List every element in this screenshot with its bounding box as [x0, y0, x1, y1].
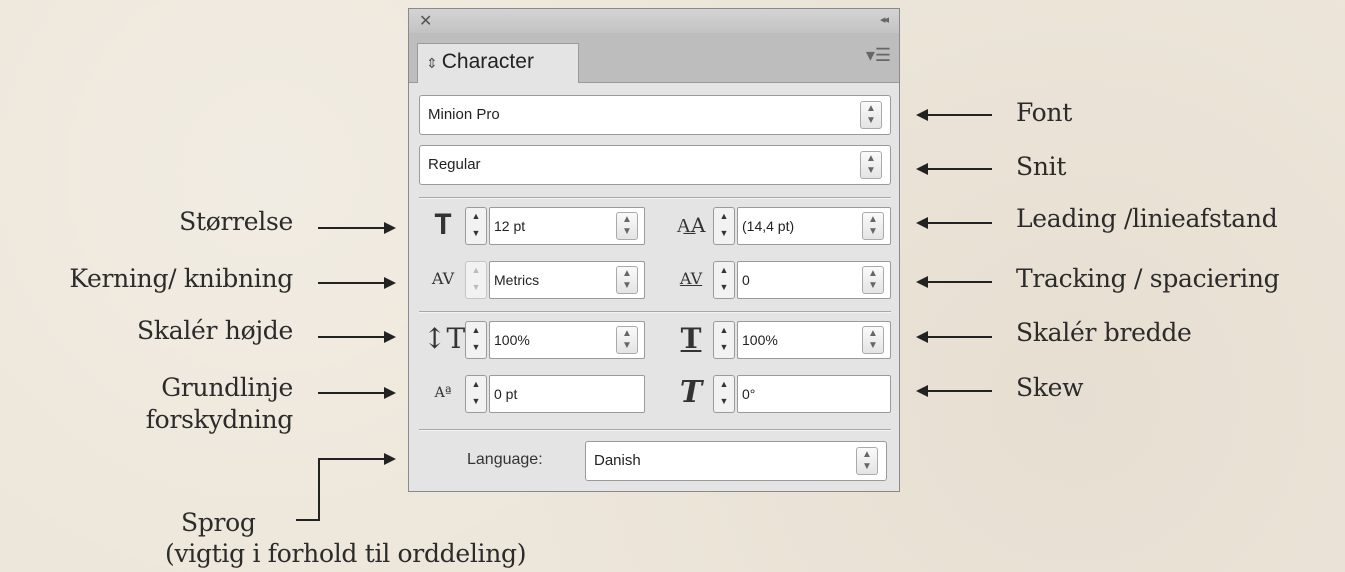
character-panel: ✕ ◂◂ ⇕ Character ▾☰ Minion Pro ▲ ▼ Regular… — [408, 8, 900, 492]
kerning-stepper[interactable]: ▲ ▼ — [465, 261, 487, 299]
leading-icon: A͟A — [676, 213, 706, 237]
panel-tabbar: ⇕ Character ▾☰ — [409, 33, 899, 83]
kerning-dropdown-icon[interactable]: ▲ ▼ — [616, 266, 638, 294]
language-select[interactable]: Danish ▲ ▼ — [585, 441, 887, 481]
tracking-icon: AV — [679, 269, 703, 288]
language-label: Language: — [467, 451, 543, 468]
vertical-scale-dropdown-icon[interactable]: ▲ ▼ — [616, 326, 638, 354]
arrow-language-stem — [318, 458, 320, 521]
collapse-icon[interactable]: ◂◂ — [880, 13, 889, 26]
arrow-size — [318, 222, 396, 234]
horizontal-scale-stepper[interactable]: ▲ ▼ — [713, 321, 735, 359]
baseline-shift-value: 0 pt — [494, 386, 518, 402]
arrow-style — [916, 163, 992, 175]
baseline-shift-stepper[interactable]: ▲ ▼ — [465, 375, 487, 413]
panel-menu-icon[interactable]: ▾☰ — [866, 45, 891, 66]
annotation-horizontal-scale: Skalér bredde — [1016, 318, 1192, 347]
skew-input[interactable]: 0° — [737, 375, 891, 413]
tracking-stepper[interactable]: ▲ ▼ — [713, 261, 735, 299]
close-icon[interactable]: ✕ — [419, 11, 432, 31]
font-family-value: Minion Pro — [428, 106, 500, 123]
font-size-value: 12 pt — [494, 218, 526, 234]
annotation-language-line2: (vigtig i forhold til orddeling) — [165, 539, 527, 568]
tracking-input[interactable]: 0 ▲ ▼ — [737, 261, 891, 299]
kerning-input[interactable]: Metrics ▲ ▼ — [489, 261, 645, 299]
skew-value: 0° — [742, 386, 756, 402]
arrow-vertical-scale — [318, 331, 396, 343]
annotation-leading: Leading /linieafstand — [1016, 204, 1278, 233]
annotation-tracking: Tracking / spaciering — [1016, 264, 1280, 293]
font-size-icon: 𝐓 — [433, 208, 453, 241]
font-style-select[interactable]: Regular ▲ ▼ — [419, 145, 891, 185]
kerning-icon: AV — [431, 269, 455, 288]
font-style-value: Regular — [428, 156, 481, 173]
divider — [419, 429, 891, 430]
divider — [419, 311, 891, 312]
leading-stepper[interactable]: ▲ ▼ — [713, 207, 735, 245]
baseline-shift-icon: Aª — [434, 385, 452, 401]
horizontal-scale-dropdown-icon[interactable]: ▲ ▼ — [862, 326, 884, 354]
arrow-kerning — [318, 277, 396, 289]
horizontal-scale-input[interactable]: 100% ▲ ▼ — [737, 321, 891, 359]
font-size-stepper[interactable]: ▲ ▼ — [465, 207, 487, 245]
leading-dropdown-icon[interactable]: ▲ ▼ — [862, 212, 884, 240]
skew-icon: T — [679, 375, 703, 410]
font-size-input[interactable]: 12 pt ▲ ▼ — [489, 207, 645, 245]
tab-chevron-icon: ⇕ — [426, 55, 438, 71]
arrow-skew — [916, 385, 992, 397]
kerning-value: Metrics — [494, 272, 540, 288]
annotation-size: Størrelse — [179, 207, 293, 236]
annotation-kerning: Kerning/ knibning — [69, 264, 293, 293]
horizontal-scale-value: 100% — [742, 332, 778, 348]
arrow-leading — [916, 217, 992, 229]
arrow-horizontal-scale — [916, 331, 992, 343]
vertical-scale-input[interactable]: 100% ▲ ▼ — [489, 321, 645, 359]
horizontal-scale-icon: T — [680, 322, 702, 355]
arrow-language-foot — [296, 519, 320, 521]
baseline-shift-input[interactable]: 0 pt — [489, 375, 645, 413]
language-dropdown-icon[interactable]: ▲ ▼ — [856, 447, 878, 475]
annotation-vertical-scale: Skalér højde — [137, 316, 293, 345]
annotation-style: Snit — [1016, 152, 1067, 181]
divider — [419, 197, 891, 198]
skew-stepper[interactable]: ▲ ▼ — [713, 375, 735, 413]
font-family-select[interactable]: Minion Pro ▲ ▼ — [419, 95, 891, 135]
annotation-baseline-line1: Grundlinje — [161, 373, 293, 402]
leading-input[interactable]: (14,4 pt) ▲ ▼ — [737, 207, 891, 245]
arrow-baseline — [318, 387, 396, 399]
annotation-baseline-line2: forskydning — [145, 405, 294, 434]
panel-titlebar[interactable]: ✕ ◂◂ — [409, 9, 899, 33]
leading-value: (14,4 pt) — [742, 218, 795, 234]
annotation-language-line1: Sprog — [181, 508, 256, 537]
vertical-scale-value: 100% — [494, 332, 530, 348]
language-value: Danish — [594, 452, 641, 469]
annotation-skew: Skew — [1016, 373, 1084, 402]
vertical-scale-icon: ↕T — [423, 322, 466, 355]
arrow-language — [318, 453, 396, 465]
arrow-font — [916, 109, 992, 121]
vertical-scale-stepper[interactable]: ▲ ▼ — [465, 321, 487, 359]
tracking-value: 0 — [742, 272, 750, 288]
annotation-font: Font — [1016, 98, 1072, 127]
font-size-dropdown-icon[interactable]: ▲ ▼ — [616, 212, 638, 240]
tracking-dropdown-icon[interactable]: ▲ ▼ — [862, 266, 884, 294]
arrow-tracking — [916, 276, 992, 288]
tab-character-label: Character — [441, 50, 534, 73]
font-style-dropdown-icon[interactable]: ▲ ▼ — [860, 151, 882, 179]
font-family-dropdown-icon[interactable]: ▲ ▼ — [860, 101, 882, 129]
tab-character[interactable]: ⇕ Character — [417, 43, 579, 83]
